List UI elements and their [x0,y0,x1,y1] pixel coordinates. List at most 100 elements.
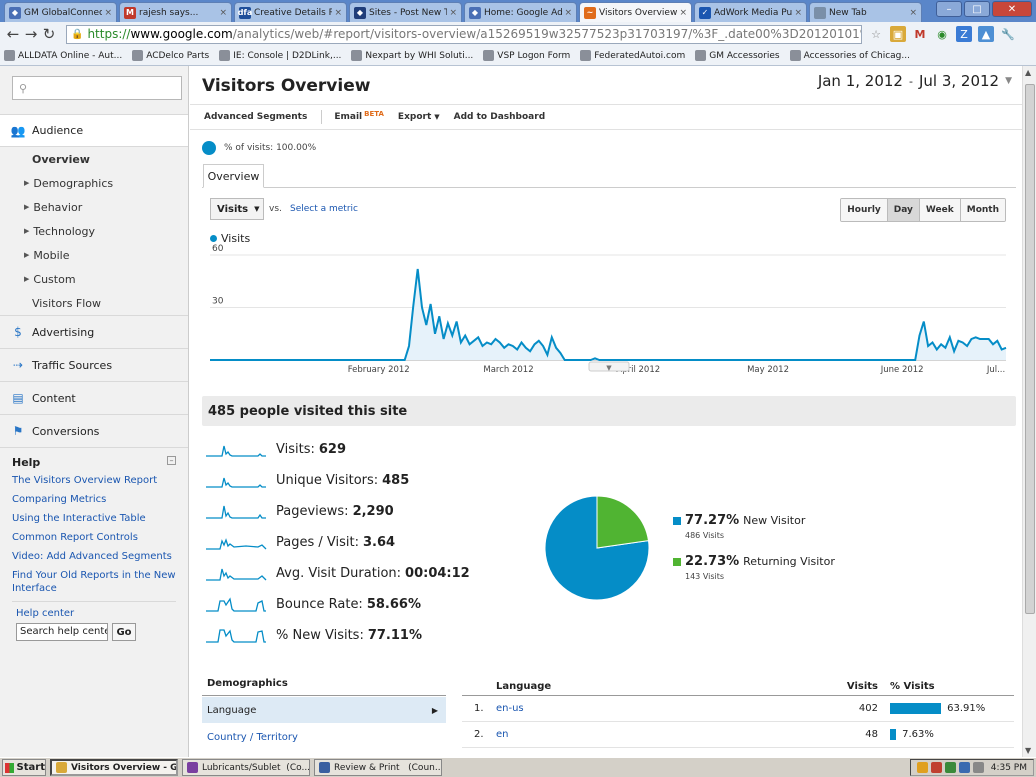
tab-5[interactable]: ◆ Home: Google AdS × [464,2,577,22]
tab-1[interactable]: ◆ GM GlobalConnect × [4,2,117,22]
tab-6[interactable]: ~ Visitors Overview - × [579,2,692,22]
photo-icon[interactable]: ▲ [978,26,994,42]
gmail-icon[interactable]: M [912,26,928,42]
tab-3[interactable]: dfa Creative Details R × [234,2,347,22]
granularity-day[interactable]: Day [887,199,920,221]
page-scrollbar[interactable]: ▲ ▼ [1022,66,1036,757]
scroll-thumb[interactable] [1025,84,1035,614]
taskbar-item-review-print[interactable]: Review & Print (Coun... [314,759,442,776]
eye-icon[interactable]: ◉ [934,26,950,42]
minimize-button[interactable]: – [936,1,962,17]
sidebar-search-input[interactable]: ⚲ [12,76,182,100]
start-button[interactable]: Start [2,759,46,776]
sidebar-item-traffic-sources[interactable]: ⇢ Traffic Sources [0,348,188,381]
tab-overview[interactable]: Overview [203,164,264,188]
close-tab-icon[interactable]: × [564,8,572,18]
sparkline[interactable] [206,595,268,613]
bookmark-item[interactable]: FederatedAutoi.com [580,50,685,61]
granularity-month[interactable]: Month [960,199,1005,221]
close-tab-icon[interactable]: × [334,8,342,18]
sparkline[interactable] [206,440,268,458]
scroll-up-icon[interactable]: ▲ [1025,68,1031,77]
star-icon[interactable]: ☆ [868,26,884,42]
sidebar-item-conversions[interactable]: ⚑ Conversions [0,414,188,447]
tray-icon[interactable] [930,762,942,773]
help-link[interactable]: Video: Add Advanced Segments [12,550,176,563]
close-tab-icon[interactable]: × [909,8,917,18]
metric-select[interactable]: Visits ▼ [210,198,264,220]
bookmark-item[interactable]: Accessories of Chicag... [789,50,910,61]
close-tab-icon[interactable]: × [449,8,457,18]
sidebar-subitem-custom[interactable]: ▶ Custom [0,267,188,291]
bookmark-item[interactable]: VSP Logon Form [483,50,570,61]
tray-icon[interactable] [958,762,970,773]
email-button[interactable]: Email BETA [334,110,384,122]
tray-icon[interactable] [944,762,956,773]
sidebar-item-content[interactable]: ▤ Content [0,381,188,414]
sparkline[interactable] [206,564,268,582]
help-link[interactable]: Using the Interactive Table [12,512,176,525]
sidebar-subitem-demographics[interactable]: ▶ Demographics [0,171,188,195]
close-window-button[interactable]: ✕ [992,1,1032,17]
sparkline[interactable] [206,533,268,551]
tray-icon[interactable] [916,762,928,773]
advanced-segments-button[interactable]: Advanced Segments [204,112,307,122]
collapse-icon[interactable]: – [167,456,176,465]
extension-icon[interactable]: Z [956,26,972,42]
bookmark-item[interactable]: ALLDATA Online - Aut... [4,50,122,61]
wrench-icon[interactable]: 🔧 [1000,26,1016,42]
url-bar[interactable]: 🔒 https:// www.google.com /analytics/web… [66,24,862,44]
sidebar-subitem-behavior[interactable]: ▶ Behavior [0,195,188,219]
sidebar-subitem-mobile[interactable]: ▶ Mobile [0,243,188,267]
export-button[interactable]: Export ▼ [398,112,440,122]
sparkline[interactable] [206,471,268,489]
close-tab-icon[interactable]: × [219,8,227,18]
row-language-link[interactable]: en-us [496,703,836,714]
help-link[interactable]: Common Report Controls [12,531,176,544]
help-link[interactable]: Comparing Metrics [12,493,176,506]
tab-7[interactable]: ✓ AdWork Media Pub × [694,2,807,22]
tab-4[interactable]: ◆ Sites - Post New Th × [349,2,462,22]
bookmark-item[interactable]: GM Accessories [695,50,780,61]
reload-icon[interactable]: ↻ [40,25,58,43]
close-tab-icon[interactable]: × [679,8,687,18]
granularity-week[interactable]: Week [919,199,961,221]
demographics-country-link[interactable]: Country / Territory [202,725,298,749]
help-link[interactable]: The Visitors Overview Report [12,474,176,487]
close-tab-icon[interactable]: × [104,8,112,18]
taskbar-item-chrome[interactable]: Visitors Overview - G... [50,759,178,776]
date-range-picker[interactable]: Jan 1, 2012 - Jul 3, 2012 ▼ [818,72,1012,90]
granularity-hourly[interactable]: Hourly [841,199,888,221]
forward-icon[interactable]: → [22,25,40,43]
sparkline[interactable] [206,502,268,520]
help-search-input[interactable]: Search help center [16,623,108,641]
bookmark-item[interactable]: ACDelco Parts [132,50,209,61]
sparkline[interactable] [206,626,268,644]
pie-slice-returning-visitor[interactable] [596,495,650,549]
bookmark-item[interactable]: Nexpart by WHI Soluti... [351,50,473,61]
tab-2[interactable]: Mrajesh says... × [119,2,232,22]
help-go-button[interactable]: Go [112,623,136,641]
scroll-down-icon[interactable]: ▼ [1025,746,1031,755]
sidebar-subitem-overview[interactable]: Overview [0,147,188,171]
chart-resize-handle[interactable]: ▼ [588,361,630,372]
demographics-language[interactable]: Language ▶ [202,697,446,723]
sidebar-item-audience[interactable]: 👥 Audience [0,114,188,147]
tray-icon[interactable] [972,762,984,773]
back-icon[interactable]: ← [4,25,22,43]
add-to-dashboard-button[interactable]: Add to Dashboard [454,112,546,122]
taskbar-item-lubricants[interactable]: Lubricants/Sublet (Co... [182,759,310,776]
row-language-link[interactable]: en [496,729,836,740]
sidebar-item-advertising[interactable]: $ Advertising [0,315,188,348]
bookmark-item[interactable]: IE: Console | D2DLink,... [219,50,341,61]
page-icon[interactable]: ▣ [890,26,906,42]
sidebar-subitem-visitors-flow[interactable]: Visitors Flow [0,291,188,315]
sidebar-subitem-technology[interactable]: ▶ Technology [0,219,188,243]
select-metric-link[interactable]: Select a metric [290,204,358,214]
close-tab-icon[interactable]: × [794,8,802,18]
help-link[interactable]: Find Your Old Reports in the New Interfa… [12,569,176,595]
metric-avg-visit-duration: Avg. Visit Duration: 00:04:12 [206,564,470,582]
tab-8[interactable]: New Tab × [809,2,922,22]
maximize-button[interactable]: □ [964,1,990,17]
help-center-link[interactable]: Help center [16,607,176,620]
